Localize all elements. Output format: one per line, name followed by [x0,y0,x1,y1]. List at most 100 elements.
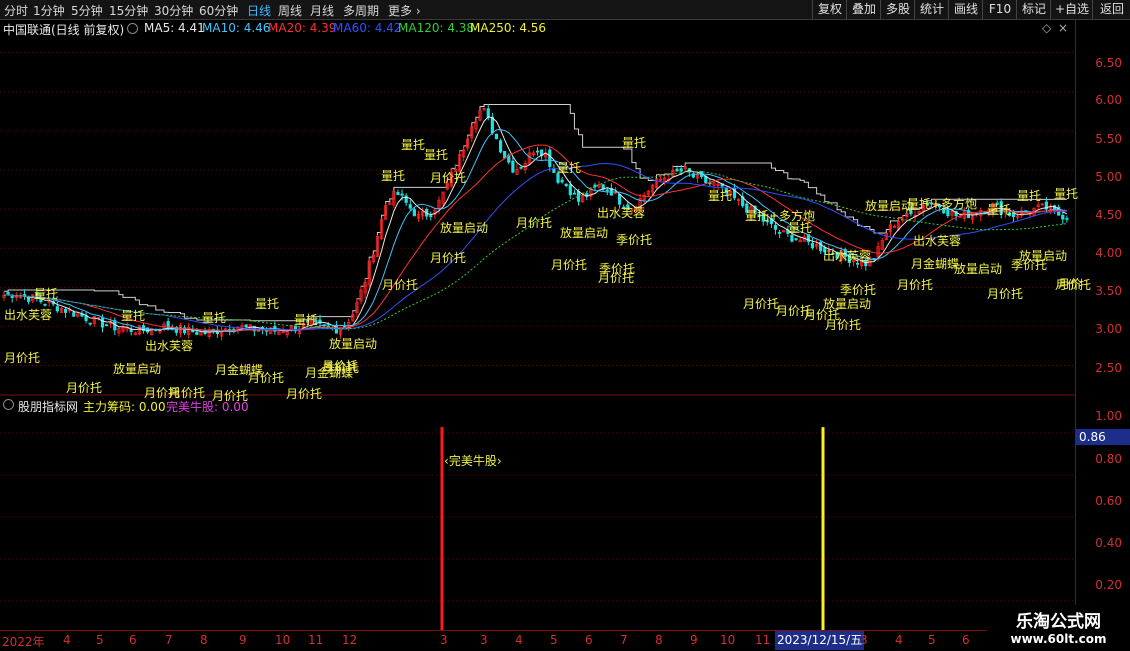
candle-body [400,193,404,196]
signal-label: 量托 [401,138,426,152]
perfect-bull-bar [821,427,825,630]
tab-more[interactable]: 更多 › [388,2,421,19]
sub-tick: 0.20 [1095,578,1122,592]
candle-body [560,179,564,183]
signal-label: 月价托 [66,381,103,395]
candle-body [129,329,133,332]
kline-chart[interactable] [0,19,1075,630]
tab-multi-period[interactable]: 多周期 [343,2,379,19]
candle-body [778,231,782,234]
add-watchlist-button[interactable]: +自选 [1050,0,1093,19]
signal-label: 量托 [622,136,647,150]
price-tick: 4.50 [1095,208,1122,222]
perfect-bull-marker: ‹完美牛股› [444,454,502,468]
ma60-line [3,163,1067,331]
signal-label: 月价托 [248,371,285,385]
price-tick: 6.00 [1095,93,1122,107]
candle-body [564,183,568,187]
candle-body [548,149,552,167]
candle-body [679,168,683,172]
candle-body [675,168,679,172]
date-tick: 8 [200,633,208,647]
signal-label: 月价托 [987,287,1024,301]
signal-label: 放量启动 [1019,249,1068,263]
date-tick: 9 [690,633,698,647]
back-button[interactable]: 返回 [1092,0,1130,19]
candle-body [1065,217,1069,220]
sub-tick: 0.40 [1095,536,1122,550]
sub-tick: 1.00 [1095,409,1122,423]
signal-label: 量托 [255,297,280,311]
candle-body [810,242,815,249]
signal-label: 月价托 [897,278,934,292]
date-tick: 4 [895,633,903,647]
multi-stock-button[interactable]: 多股 [880,0,915,19]
period-tab-bar: 分时 1分钟 5分钟 15分钟 30分钟 60分钟 日线 周线 月线 多周期 更… [0,0,1130,20]
candle-body [72,312,76,317]
tab-daily[interactable]: 日线 [247,2,271,19]
sub-tick: 0.80 [1095,452,1122,466]
overlay-button[interactable]: 叠加 [846,0,881,19]
mark-button[interactable]: 标记 [1016,0,1051,19]
candle-body [503,150,507,159]
tab-fenshi[interactable]: 分时 [4,2,28,19]
stats-button[interactable]: 统计 [914,0,949,19]
candle-body [790,234,794,242]
signal-label: 量托 [34,287,59,301]
fuquan-button[interactable]: 复权 [812,0,847,19]
signal-label: 出水芙蓉 [913,234,962,248]
tab-5min[interactable]: 5分钟 [71,2,103,19]
candle-body [617,194,622,205]
date-tick: 9 [239,633,247,647]
candle-body [593,184,597,188]
tab-60min[interactable]: 60分钟 [199,2,238,19]
signal-label: 放量启动 [954,262,1003,276]
signal-label: 月价托 [516,216,553,230]
signal-label: 放量启动 [440,221,489,235]
price-tick: 6.50 [1095,56,1122,70]
signal-label: 量托+多方炮 [907,197,978,211]
signal-label: 月价托 [430,171,467,185]
signal-label: 月价托 [212,389,249,403]
signal-label: 放量启动 [865,199,914,213]
tab-monthly[interactable]: 月线 [310,2,334,19]
date-tick: 4 [63,633,71,647]
price-tick: 3.00 [1095,322,1122,336]
candle-body [490,116,494,134]
candle-body [794,238,798,241]
tab-15min[interactable]: 15分钟 [109,2,148,19]
price-tick: 2.50 [1095,361,1122,375]
date-tick: 8 [655,633,663,647]
date-tick: 4 [515,633,523,647]
signal-label: 季价托 [840,283,877,297]
signal-label: 量托 [202,311,227,325]
candle-body [63,308,68,313]
price-axis: 6.50 6.00 5.50 5.00 4.50 4.00 3.50 3.00 … [1075,19,1130,630]
signal-label: 量托 [1017,189,1042,203]
draw-line-button[interactable]: 画线 [948,0,983,19]
signal-label: 放量启动 [113,362,162,376]
date-tick: 3 [860,633,868,647]
candle-body [281,331,285,334]
date-tick: 5 [96,633,104,647]
signal-label: 月价托 [825,318,862,332]
candle-body [195,331,199,335]
tab-weekly[interactable]: 周线 [278,2,302,19]
tab-1min[interactable]: 1分钟 [33,2,65,19]
f10-button[interactable]: F10 [982,0,1017,19]
sub-tick: 0.60 [1095,494,1122,508]
tab-30min[interactable]: 30分钟 [154,2,193,19]
candle-body [100,317,105,328]
signal-label: 量托 [1054,187,1079,201]
signal-label: 量托 [987,203,1012,217]
signal-label: 量托 [381,169,406,183]
candle-body [511,160,515,173]
candle-body [1061,214,1065,220]
watermark-url: www.60lt.com [1010,632,1107,646]
price-tick: 3.50 [1095,284,1122,298]
candle-body [6,291,10,295]
candle-body [88,322,92,325]
candle-body [429,215,433,218]
signal-label: 月价托 [286,387,323,401]
date-tick: 5 [928,633,936,647]
